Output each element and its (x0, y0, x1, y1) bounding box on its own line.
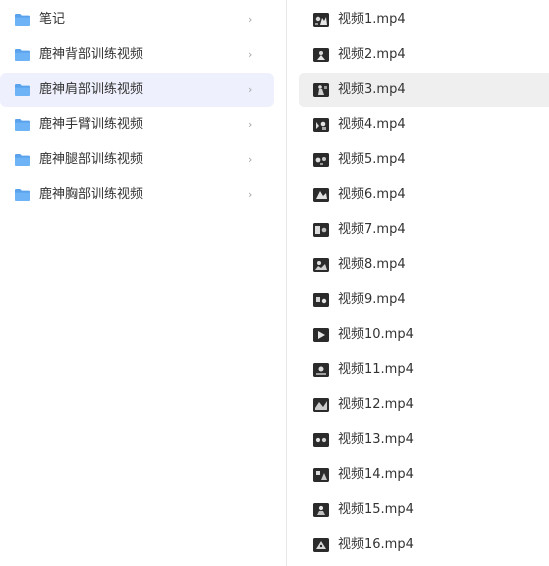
folder-item-arm-training[interactable]: 鹿神手臂训练视频 › (0, 108, 274, 142)
file-label: 视频7.mp4 (338, 222, 406, 237)
folder-icon (15, 49, 30, 61)
file-label: 视频6.mp4 (338, 187, 406, 202)
folder-column: 笔记 › 鹿神背部训练视频 › 鹿神肩部训练视频 › 鹿神手臂训练视频 › 鹿神… (0, 0, 287, 566)
file-item[interactable]: 视频11.mp4 (299, 353, 549, 387)
file-item[interactable]: 视频13.mp4 (299, 423, 549, 457)
chevron-right-icon: › (248, 118, 253, 131)
video-thumbnail-icon (313, 538, 329, 552)
file-browser: 笔记 › 鹿神背部训练视频 › 鹿神肩部训练视频 › 鹿神手臂训练视频 › 鹿神… (0, 0, 549, 566)
file-label: 视频9.mp4 (338, 292, 406, 307)
file-column: 视频1.mp4 视频2.mp4 视频3.mp4 视频4.mp4 视频5.mp4 … (287, 0, 549, 566)
folder-item-shoulder-training[interactable]: 鹿神肩部训练视频 › (0, 73, 274, 107)
chevron-right-icon: › (248, 188, 253, 201)
file-label: 视频2.mp4 (338, 47, 406, 62)
folder-icon (15, 154, 30, 166)
file-item[interactable]: 视频5.mp4 (299, 143, 549, 177)
folder-label: 鹿神胸部训练视频 (39, 187, 144, 202)
video-thumbnail-icon (313, 153, 329, 167)
video-thumbnail-icon (313, 48, 329, 62)
folder-label: 鹿神肩部训练视频 (39, 82, 144, 97)
file-item[interactable]: 视频1.mp4 (299, 3, 549, 37)
file-label: 视频13.mp4 (338, 432, 414, 447)
file-label: 视频12.mp4 (338, 397, 414, 412)
video-thumbnail-icon (313, 503, 329, 517)
folder-icon (15, 119, 30, 131)
file-label: 视频4.mp4 (338, 117, 406, 132)
file-label: 视频8.mp4 (338, 257, 406, 272)
folder-item-leg-training[interactable]: 鹿神腿部训练视频 › (0, 143, 274, 177)
file-item[interactable]: 视频16.mp4 (299, 528, 549, 562)
folder-label: 鹿神背部训练视频 (39, 47, 144, 62)
chevron-right-icon: › (248, 83, 253, 96)
file-item[interactable]: 视频9.mp4 (299, 283, 549, 317)
file-item[interactable]: 视频6.mp4 (299, 178, 549, 212)
file-label: 视频10.mp4 (338, 327, 414, 342)
chevron-right-icon: › (248, 153, 253, 166)
video-thumbnail-icon (313, 223, 329, 237)
file-label: 视频14.mp4 (338, 467, 414, 482)
file-item[interactable]: 视频15.mp4 (299, 493, 549, 527)
folder-icon (15, 84, 30, 96)
folder-label: 鹿神腿部训练视频 (39, 152, 144, 167)
file-label: 视频5.mp4 (338, 152, 406, 167)
folder-icon (15, 189, 30, 201)
video-thumbnail-icon (313, 363, 329, 377)
file-item[interactable]: 视频8.mp4 (299, 248, 549, 282)
folder-item-back-training[interactable]: 鹿神背部训练视频 › (0, 38, 274, 72)
folder-icon (15, 14, 30, 26)
file-label: 视频15.mp4 (338, 502, 414, 517)
file-item[interactable]: 视频3.mp4 (299, 73, 549, 107)
file-label: 视频11.mp4 (338, 362, 414, 377)
file-item[interactable]: 视频4.mp4 (299, 108, 549, 142)
video-thumbnail-icon (313, 433, 329, 447)
video-thumbnail-icon (313, 328, 329, 342)
video-thumbnail-icon (313, 258, 329, 272)
folder-label: 鹿神手臂训练视频 (39, 117, 144, 132)
video-thumbnail-icon (313, 188, 329, 202)
video-thumbnail-icon (313, 13, 329, 27)
file-item[interactable]: 视频7.mp4 (299, 213, 549, 247)
video-thumbnail-icon (313, 398, 329, 412)
file-item[interactable]: 视频12.mp4 (299, 388, 549, 422)
file-label: 视频1.mp4 (338, 12, 406, 27)
chevron-right-icon: › (248, 13, 253, 26)
file-label: 视频3.mp4 (338, 82, 406, 97)
video-thumbnail-icon (313, 293, 329, 307)
video-thumbnail-icon (313, 468, 329, 482)
folder-item-notes[interactable]: 笔记 › (0, 3, 274, 37)
file-label: 视频16.mp4 (338, 537, 414, 552)
video-thumbnail-icon (313, 83, 329, 97)
video-thumbnail-icon (313, 118, 329, 132)
folder-label: 笔记 (39, 12, 66, 27)
file-item[interactable]: 视频10.mp4 (299, 318, 549, 352)
folder-item-chest-training[interactable]: 鹿神胸部训练视频 › (0, 178, 274, 212)
file-item[interactable]: 视频14.mp4 (299, 458, 549, 492)
file-item[interactable]: 视频2.mp4 (299, 38, 549, 72)
chevron-right-icon: › (248, 48, 253, 61)
